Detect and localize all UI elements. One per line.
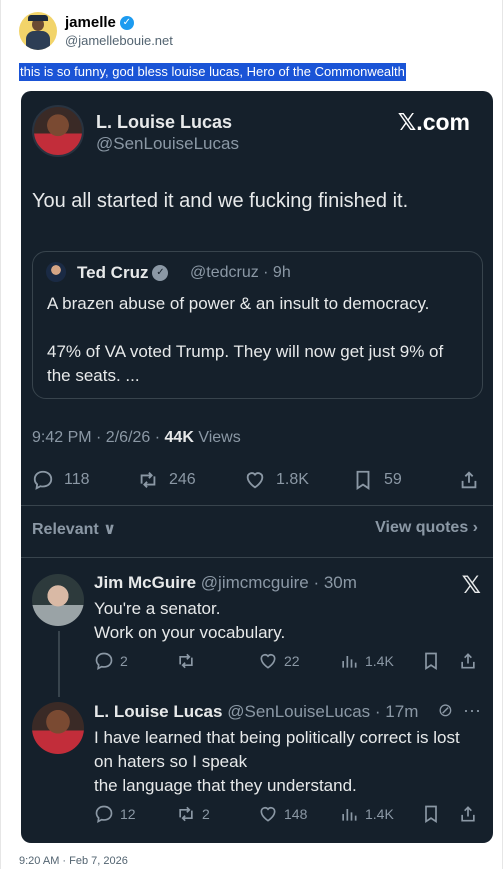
like-count: 148 bbox=[284, 806, 308, 822]
reply-more: ⊘ ··· bbox=[438, 700, 481, 721]
reply-icon bbox=[95, 805, 113, 823]
bookmark-count: 59 bbox=[384, 471, 402, 488]
reply-actions: 12 2 148 1.4K bbox=[94, 804, 484, 824]
repost-icon bbox=[137, 469, 159, 491]
reply-icon bbox=[95, 652, 113, 670]
bookmark-action: 59 bbox=[352, 469, 402, 491]
divider bbox=[21, 557, 493, 558]
bookmark-icon bbox=[352, 469, 374, 491]
reply-count: 2 bbox=[120, 653, 128, 669]
reply-author-name: L. Louise Lucas bbox=[94, 702, 223, 721]
embedded-post: jamelle ✓ @jamellebouie.net this is so f… bbox=[0, 0, 503, 869]
tweet-text: You all started it and we fucking finish… bbox=[32, 190, 409, 212]
author-handle[interactable]: @jamellebouie.net bbox=[65, 33, 173, 48]
like-count: 22 bbox=[284, 653, 300, 669]
bookmark-icon bbox=[425, 652, 437, 671]
avatar bbox=[32, 574, 84, 626]
repost-icon bbox=[179, 653, 193, 669]
repost-count: 2 bbox=[202, 806, 210, 822]
heart-icon bbox=[260, 806, 276, 822]
reply-author-handle: @SenLouiseLucas · 17m bbox=[227, 702, 419, 721]
x-logo-icon: 𝕏 bbox=[461, 572, 481, 599]
reply-item: L. Louise Lucas @SenLouiseLucas · 17m ⊘ ·… bbox=[21, 696, 493, 836]
quoted-author-name: Ted Cruz bbox=[77, 263, 149, 282]
tweet-meta: 9:42 PM · 2/6/26 · 44K Views bbox=[32, 429, 241, 447]
view-quotes-link: View quotes › bbox=[375, 519, 478, 536]
views-icon bbox=[342, 656, 357, 668]
reply-icon bbox=[32, 469, 54, 491]
avatar bbox=[32, 702, 84, 754]
share-icon bbox=[461, 806, 475, 822]
reply-author-name: Jim McGuire bbox=[94, 573, 197, 592]
x-logo: 𝕏.com bbox=[397, 109, 470, 135]
sort-relevant: Relevant ∨ bbox=[32, 521, 117, 538]
like-count: 1.8K bbox=[276, 471, 309, 488]
reply-count: 12 bbox=[120, 806, 136, 822]
thread-line bbox=[58, 631, 60, 697]
avatar bbox=[32, 105, 84, 157]
avatar bbox=[46, 262, 66, 282]
post-timestamp[interactable]: 9:20 AM · Feb 7, 2026 bbox=[19, 855, 128, 867]
views-count: 1.4K bbox=[365, 806, 394, 822]
reply-actions: 2 22 1.4K bbox=[94, 651, 484, 671]
reply-count: 118 bbox=[64, 471, 90, 488]
divider bbox=[21, 505, 493, 506]
tweet-screenshot-image: L. Louise Lucas @SenLouiseLucas 𝕏.com Yo… bbox=[21, 91, 493, 843]
views-icon bbox=[342, 809, 357, 821]
tweet-author-handle: @SenLouiseLucas bbox=[96, 134, 239, 153]
reply-author-handle: @jimcmcguire · 30m bbox=[200, 573, 357, 592]
quoted-author-handle: @tedcruz · 9h bbox=[190, 264, 291, 281]
more-icon: ··· bbox=[463, 700, 481, 720]
like-action: 1.8K bbox=[244, 469, 309, 491]
quoted-tweet: Ted Cruz ✓ @tedcruz · 9h A brazen abuse … bbox=[32, 251, 483, 399]
share-icon bbox=[461, 653, 475, 669]
reply-item: Jim McGuire @jimcmcguire · 30m 𝕏 You're … bbox=[21, 569, 493, 697]
reply-text: You're a senator. Work on your vocabular… bbox=[94, 599, 286, 642]
avatar[interactable] bbox=[19, 12, 57, 50]
grok-icon: ⊘ bbox=[437, 700, 454, 720]
author-name[interactable]: jamelle bbox=[65, 14, 116, 31]
verified-check-icon: ✓ bbox=[119, 15, 134, 30]
bookmark-icon bbox=[425, 805, 437, 824]
tweet-actions: 118 246 1.8K 59 bbox=[32, 469, 483, 493]
tweet-author-name: L. Louise Lucas bbox=[96, 112, 233, 132]
repost-count: 246 bbox=[169, 471, 196, 488]
heart-icon bbox=[244, 469, 266, 491]
post-author[interactable]: jamelle ✓ @jamellebouie.net bbox=[19, 12, 173, 50]
post-text-selected: this is so funny, god bless louise lucas… bbox=[19, 63, 406, 81]
heart-icon bbox=[260, 653, 276, 669]
verified-badge-icon: ✓ bbox=[152, 265, 169, 281]
views-count: 44K bbox=[164, 429, 194, 446]
quoted-text: A brazen abuse of power & an insult to d… bbox=[47, 294, 444, 385]
repost-action: 246 bbox=[137, 469, 196, 491]
views-label: Views bbox=[193, 429, 241, 446]
share-action bbox=[458, 469, 480, 491]
reply-text: I have learned that being politically co… bbox=[94, 728, 460, 795]
reply-action: 118 bbox=[32, 469, 90, 491]
tweet-time: 9:42 PM · 2/6/26 · bbox=[32, 429, 165, 446]
share-icon bbox=[458, 469, 480, 491]
repost-icon bbox=[179, 806, 193, 822]
views-count: 1.4K bbox=[365, 653, 394, 669]
